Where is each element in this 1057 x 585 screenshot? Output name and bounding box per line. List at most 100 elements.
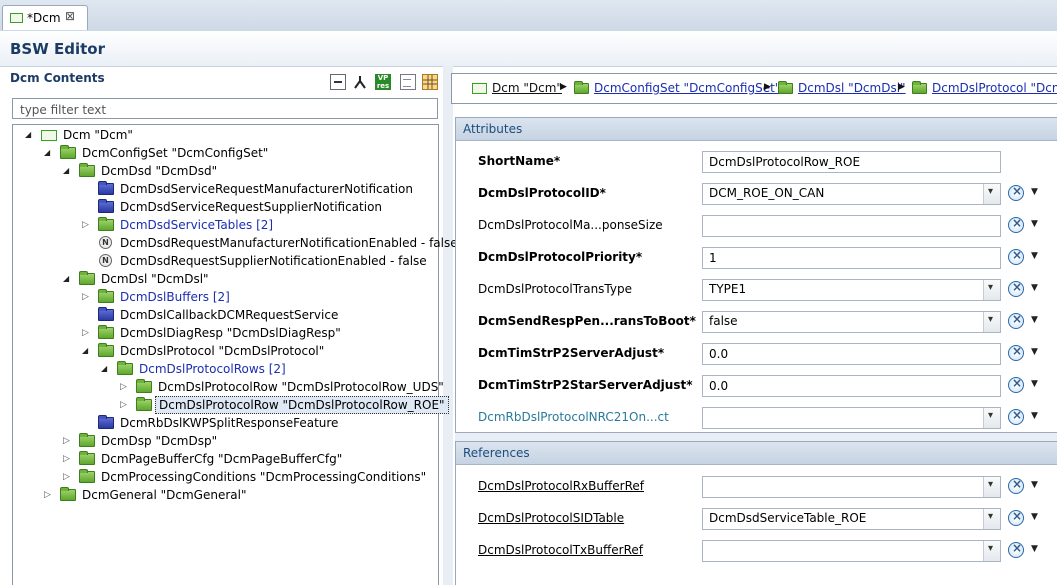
reset-value-icon[interactable] (1008, 344, 1024, 361)
value-input[interactable]: 0.0 (702, 343, 1001, 365)
collapsed-icon[interactable] (82, 288, 92, 306)
tree-item[interactable]: DcmDslProtocolRow "DcmDslProtocolRow_ROE… (120, 396, 500, 414)
reset-value-icon[interactable] (1008, 376, 1024, 393)
expanded-icon[interactable] (44, 144, 54, 162)
tree-item[interactable]: DcmDslBuffers [2] (82, 288, 462, 306)
reset-value-icon[interactable] (1008, 408, 1024, 425)
collapsed-icon[interactable] (82, 324, 92, 342)
tree-item[interactable]: DcmDsdServiceRequestSupplierNotification (82, 198, 462, 216)
row-menu-icon[interactable]: ▼ (1031, 512, 1038, 522)
leaf-spacer (82, 252, 92, 270)
reset-value-icon[interactable] (1008, 477, 1024, 494)
row-menu-icon[interactable]: ▼ (1031, 480, 1038, 490)
collapsed-icon[interactable] (63, 468, 73, 486)
reference-row: DcmDslProtocolSIDTable DcmDsdServiceTable… (456, 503, 1057, 535)
row-menu-icon[interactable]: ▼ (1031, 544, 1038, 554)
tree-item-label: DcmRbDslKWPSplitResponseFeature (120, 416, 339, 430)
value-dropdown[interactable]: DcmDsdServiceTable_ROE (702, 508, 1001, 530)
vp-res-icon[interactable]: VP res (375, 74, 391, 90)
tree-item[interactable]: DcmDsdServiceRequestManufacturerNotifica… (82, 180, 462, 198)
row-menu-icon[interactable]: ▼ (1031, 187, 1038, 197)
close-icon[interactable]: ⊠ (65, 9, 75, 23)
tree-item[interactable]: DcmDslProtocolRow "DcmDslProtocolRow_UDS… (120, 378, 500, 396)
row-menu-icon[interactable]: ▼ (1031, 283, 1038, 293)
folder-icon (98, 343, 114, 357)
attributes-header[interactable]: Attributes (456, 118, 1057, 141)
tree-item[interactable]: DcmDslDiagResp "DcmDslDiagResp" (82, 324, 462, 342)
reset-value-icon[interactable] (1008, 541, 1024, 558)
value-dropdown[interactable] (702, 540, 1001, 562)
row-menu-icon[interactable]: ▼ (1031, 315, 1038, 325)
chevron-down-icon[interactable] (983, 477, 1000, 497)
collapsed-icon[interactable] (44, 486, 54, 504)
row-menu-icon[interactable]: ▼ (1031, 347, 1038, 357)
expanded-icon[interactable] (101, 360, 111, 378)
filter-input[interactable] (18, 100, 432, 119)
chevron-down-icon[interactable] (983, 312, 1000, 332)
collapsed-icon[interactable] (63, 450, 73, 468)
reset-value-icon[interactable] (1008, 184, 1024, 201)
reset-value-icon[interactable] (1008, 509, 1024, 526)
chevron-down-icon[interactable] (983, 408, 1000, 428)
value-dropdown[interactable] (702, 407, 1001, 429)
reset-value-icon[interactable] (1008, 248, 1024, 265)
chevron-down-icon[interactable] (983, 509, 1000, 529)
value-dropdown[interactable]: TYPE1 (702, 279, 1001, 301)
tree-item[interactable]: DcmGeneral "DcmGeneral" (44, 486, 424, 504)
link-editor-icon[interactable] (352, 74, 368, 90)
reference-link[interactable]: DcmDslProtocolSIDTable (478, 511, 624, 525)
leaf-spacer (82, 180, 92, 198)
tree-item[interactable]: DcmProcessingConditions "DcmProcessingCo… (63, 468, 443, 486)
tree-item[interactable]: DcmRbDslKWPSplitResponseFeature (82, 414, 462, 432)
tree-item[interactable]: DcmDsp "DcmDsp" (63, 432, 443, 450)
grid-icon[interactable] (422, 74, 438, 90)
tree-item-label: DcmDslProtocolRows [2] (139, 362, 286, 376)
expanded-icon[interactable] (63, 270, 73, 288)
chevron-down-icon[interactable] (983, 280, 1000, 300)
chevron-down-icon[interactable] (983, 184, 1000, 204)
tree-item[interactable]: DcmDslProtocolRows [2] (101, 360, 481, 378)
expanded-icon[interactable] (25, 126, 35, 144)
tree-item[interactable]: DcmDsd "DcmDsd" (63, 162, 443, 180)
collapsed-icon[interactable] (120, 396, 130, 414)
folder-icon (912, 81, 927, 94)
tree-item[interactable]: DcmDslProtocol "DcmDslProtocol" (82, 342, 462, 360)
collapsed-icon[interactable] (63, 432, 73, 450)
tree-item[interactable]: DcmDslCallbackDCMRequestService (82, 306, 462, 324)
document-icon[interactable] (400, 74, 416, 90)
reset-value-icon[interactable] (1008, 312, 1024, 329)
reference-link[interactable]: DcmDslProtocolRxBufferRef (478, 479, 644, 493)
tree-item[interactable]: N DcmDsdRequestManufacturerNotificationEn… (82, 234, 462, 252)
tree-item[interactable]: DcmPageBufferCfg "DcmPageBufferCfg" (63, 450, 443, 468)
tree-item[interactable]: N DcmDsdRequestSupplierNotificationEnable… (82, 252, 462, 270)
expanded-icon[interactable] (82, 342, 92, 360)
tree-item-label: DcmDsdServiceRequestSupplierNotification (120, 200, 383, 214)
value-dropdown[interactable] (702, 476, 1001, 498)
row-menu-icon[interactable]: ▼ (1031, 379, 1038, 389)
references-header[interactable]: References (456, 442, 1057, 465)
value-input[interactable]: 0.0 (702, 375, 1001, 397)
tree-item[interactable]: Dcm "Dcm" (25, 126, 405, 144)
value-input[interactable]: DcmDslProtocolRow_ROE (702, 151, 1001, 173)
chevron-down-icon[interactable] (983, 541, 1000, 561)
row-menu-icon[interactable]: ▼ (1031, 219, 1038, 229)
reset-value-icon[interactable] (1008, 216, 1024, 233)
collapsed-icon[interactable] (82, 216, 92, 234)
reset-value-icon[interactable] (1008, 280, 1024, 297)
value-dropdown[interactable]: DCM_ROE_ON_CAN (702, 183, 1001, 205)
value-input[interactable] (702, 215, 1001, 237)
row-menu-icon[interactable]: ▼ (1031, 411, 1038, 421)
tab-dcm[interactable]: *Dcm ⊠ (2, 5, 88, 30)
tree-item[interactable]: DcmDsl "DcmDsl" (63, 270, 443, 288)
tree-item[interactable]: DcmDsdServiceTables [2] (82, 216, 462, 234)
collapsed-icon[interactable] (120, 378, 130, 396)
reference-link[interactable]: DcmDslProtocolTxBufferRef (478, 543, 643, 557)
tree-item-label: DcmDslCallbackDCMRequestService (120, 308, 339, 322)
expanded-icon[interactable] (63, 162, 73, 180)
field-value: false (709, 314, 738, 328)
value-input[interactable]: 1 (702, 247, 1001, 269)
tree-item[interactable]: DcmConfigSet "DcmConfigSet" (44, 144, 424, 162)
row-menu-icon[interactable]: ▼ (1031, 251, 1038, 261)
collapse-all-icon[interactable] (330, 74, 346, 90)
value-dropdown[interactable]: false (702, 311, 1001, 333)
